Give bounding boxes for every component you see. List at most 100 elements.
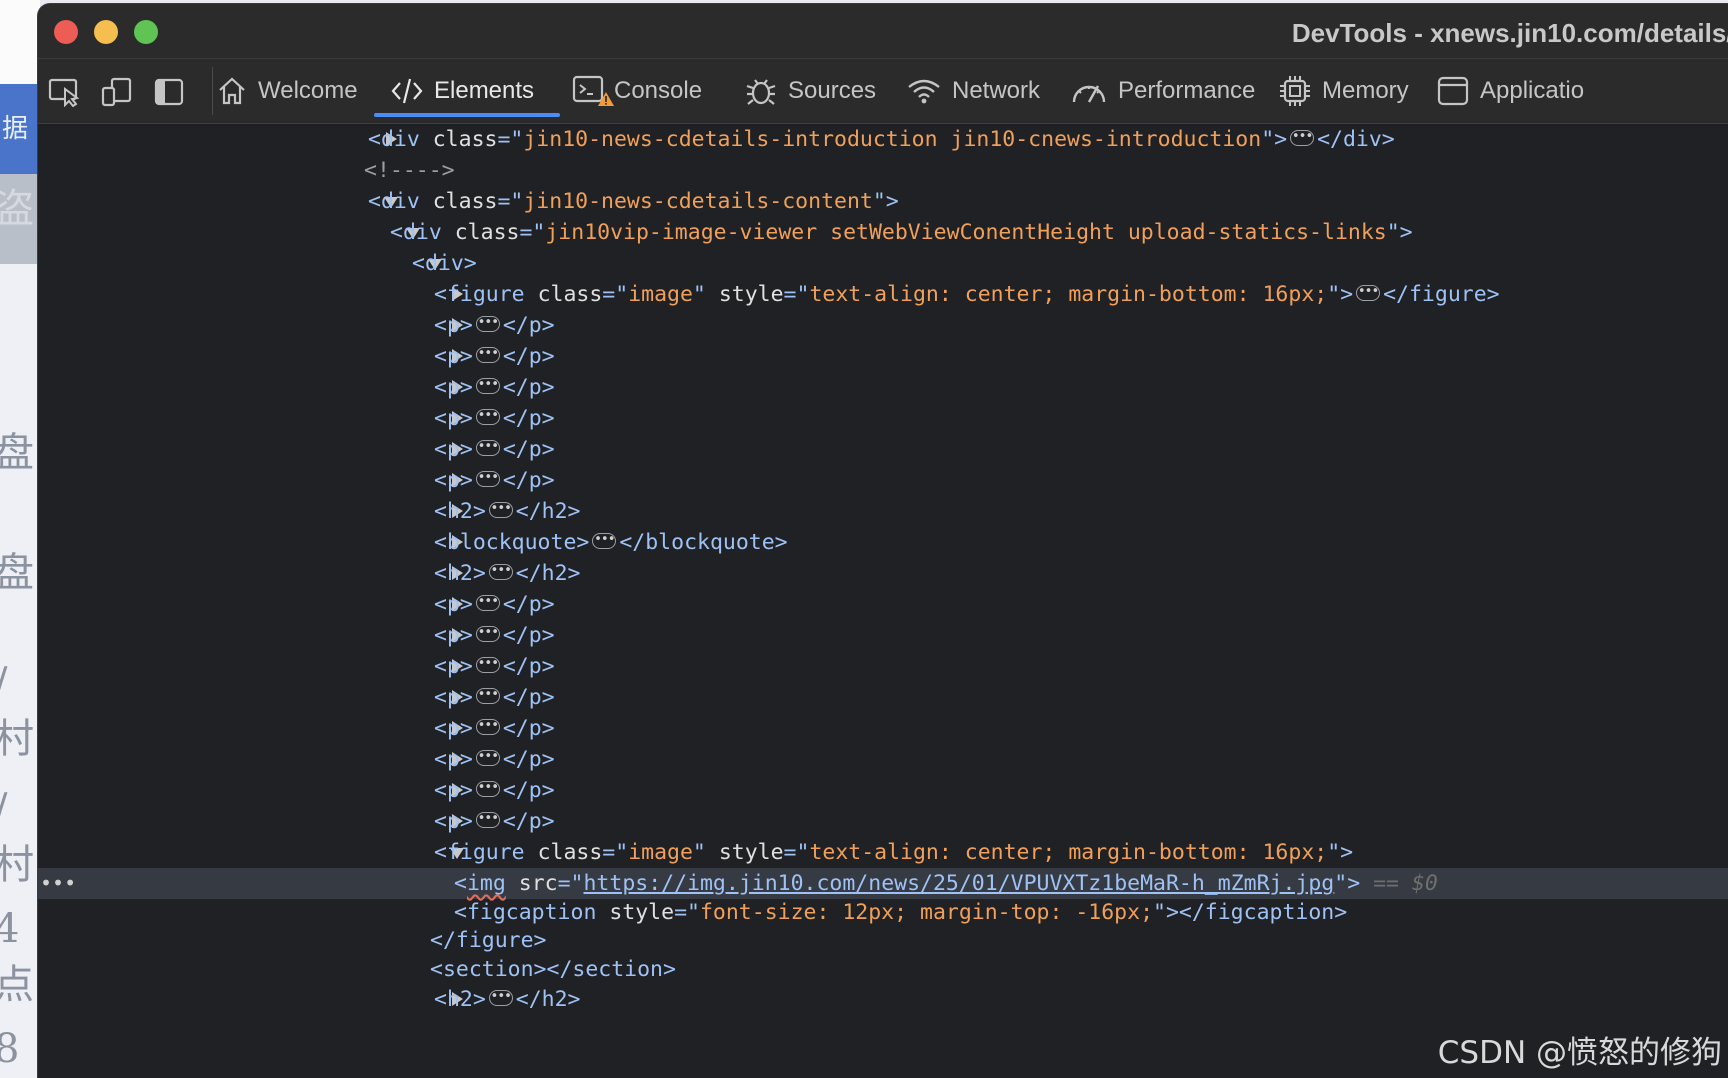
tab-elements[interactable]: Elements — [373, 59, 561, 123]
tag-open: <p> — [434, 344, 473, 369]
tree-node[interactable]: <!----> — [38, 155, 1728, 186]
tag-open: <p> — [434, 375, 473, 400]
tag-open: <p> — [434, 716, 473, 741]
inspect-icon[interactable] — [48, 77, 82, 108]
tag-space — [506, 871, 519, 896]
tree-node[interactable]: <p> </p> — [38, 463, 1728, 496]
tree-node[interactable]: <h2> </h2> — [38, 556, 1728, 589]
tree-node[interactable]: <section></section> — [38, 954, 1728, 985]
chip-icon — [1280, 76, 1310, 106]
ellipsis-icon[interactable] — [475, 618, 500, 648]
tab-performance[interactable]: Performance — [1070, 59, 1255, 123]
device-toggle-icon[interactable] — [100, 77, 134, 107]
ellipsis-icon[interactable] — [475, 370, 500, 400]
tree-node[interactable]: <p> </p> — [38, 401, 1728, 434]
ellipsis-icon[interactable] — [475, 773, 500, 803]
tag-open: <div — [368, 189, 433, 214]
tab-memory[interactable]: Memory — [1278, 59, 1409, 123]
tree-node[interactable]: <p> </p> — [38, 432, 1728, 465]
ellipsis-icon[interactable] — [1290, 122, 1315, 152]
tag-close: "> — [1327, 840, 1354, 865]
tree-node[interactable]: <figure class="image" style="text-align:… — [38, 837, 1728, 868]
tree-node[interactable]: <figure class="image" style="text-align:… — [38, 277, 1728, 310]
tree-node[interactable]: <p> </p> — [38, 339, 1728, 372]
tag-open: <p> — [434, 313, 473, 338]
tag-close: "> — [872, 189, 899, 214]
tree-node[interactable]: <p> </p> — [38, 711, 1728, 744]
background-text: 盗 — [0, 186, 34, 232]
tree-node-selected[interactable]: ••• <img src="https://img.jin10.com/news… — [38, 868, 1728, 899]
elements-dom-tree[interactable]: <div class="jin10-news-cdetails-introduc… — [38, 122, 1728, 1078]
background-text: /村 — [0, 786, 34, 888]
title-bar[interactable]: DevTools - xnews.jin10.com/details/1 — [38, 4, 1728, 59]
tree-node[interactable]: <p> </p> — [38, 742, 1728, 775]
tab-label: Elements — [434, 77, 535, 104]
tree-node[interactable]: <p> </p> — [38, 618, 1728, 651]
attr-eq: =" — [602, 282, 629, 307]
tree-node[interactable]: <p> </p> — [38, 680, 1728, 713]
ellipsis-icon[interactable] — [475, 401, 500, 431]
tree-node[interactable]: <p> </p> — [38, 308, 1728, 341]
minimize-window-button[interactable] — [94, 20, 118, 44]
ellipsis-icon[interactable] — [475, 463, 500, 493]
dock-side-icon[interactable] — [152, 77, 186, 107]
background-text: 据 — [2, 114, 29, 144]
tag-open: <h2> — [434, 987, 486, 1012]
tag-end: </div> — [1317, 127, 1395, 152]
close-window-button[interactable] — [54, 20, 78, 44]
attr-eq: =" — [497, 127, 524, 152]
ellipsis-icon[interactable] — [488, 494, 513, 524]
ellipsis-icon[interactable] — [1356, 277, 1381, 307]
tree-node[interactable]: <blockquote> </blockquote> — [38, 525, 1728, 558]
ellipsis-icon[interactable] — [488, 556, 513, 586]
devtools-window: DevTools - xnews.jin10.com/details/1 Wel… — [38, 4, 1728, 1078]
toolbar-separator — [212, 67, 213, 115]
ellipsis-icon[interactable] — [475, 339, 500, 369]
tree-node[interactable]: <h2> </h2> — [38, 982, 1728, 1015]
tree-node[interactable]: <p> </p> — [38, 370, 1728, 403]
tree-node[interactable]: <p> </p> — [38, 773, 1728, 806]
tree-node[interactable]: <div class="jin10-news-cdetails-introduc… — [38, 122, 1728, 155]
tag-open: <figure — [434, 840, 538, 865]
ellipsis-icon[interactable] — [488, 982, 513, 1012]
tree-node[interactable]: <p> </p> — [38, 587, 1728, 620]
ellipsis-icon[interactable] — [475, 649, 500, 679]
ellipsis-icon[interactable] — [475, 804, 500, 834]
tab-welcome[interactable]: Welcome — [216, 59, 358, 123]
ellipsis-icon[interactable] — [475, 680, 500, 710]
home-icon — [219, 77, 245, 105]
ellipsis-icon[interactable] — [475, 432, 500, 462]
tree-node[interactable]: <figcaption style="font-size: 12px; marg… — [38, 897, 1728, 928]
tab-application[interactable]: Applicatio — [1436, 59, 1584, 123]
tag-open: <div — [368, 127, 433, 152]
tag-end: </p> — [502, 809, 555, 834]
tag-end: </p> — [502, 437, 555, 462]
tree-node[interactable]: <p> </p> — [38, 804, 1728, 837]
tree-node[interactable]: <div> — [38, 248, 1728, 279]
ellipsis-icon[interactable] — [475, 587, 500, 617]
tab-sources[interactable]: Sources — [744, 59, 876, 123]
tree-node[interactable]: <h2> </h2> — [38, 494, 1728, 527]
tag-end: </p> — [502, 654, 555, 679]
image-src-link[interactable]: https://img.jin10.com/news/25/01/VPUVXTz… — [583, 871, 1334, 896]
ellipsis-icon[interactable] — [592, 525, 617, 555]
ellipsis-icon[interactable] — [475, 308, 500, 338]
tab-console[interactable]: Console — [572, 59, 702, 123]
attr-eq: =" — [519, 220, 546, 245]
console-warning-icon — [572, 75, 614, 106]
attr-name: style — [609, 900, 675, 925]
tab-network[interactable]: Network — [906, 59, 1040, 123]
tree-node[interactable]: </figure> — [38, 925, 1728, 956]
maximize-window-button[interactable] — [134, 20, 158, 44]
ellipsis-icon[interactable] — [475, 742, 500, 772]
tag-open: <h2> — [434, 561, 486, 586]
tree-node[interactable]: <div class="jin10vip-image-viewer setWeb… — [38, 217, 1728, 248]
ellipsis-icon[interactable] — [475, 711, 500, 741]
more-actions-icon[interactable]: ••• — [40, 868, 76, 899]
tree-node[interactable]: <div class="jin10-news-cdetails-content"… — [38, 186, 1728, 217]
tag-close: "> — [1261, 127, 1288, 152]
tag-end: </h2> — [515, 987, 581, 1012]
window-title: DevTools - xnews.jin10.com/details/1 — [1291, 18, 1728, 48]
tag-end: </p> — [502, 375, 555, 400]
tree-node[interactable]: <p> </p> — [38, 649, 1728, 682]
